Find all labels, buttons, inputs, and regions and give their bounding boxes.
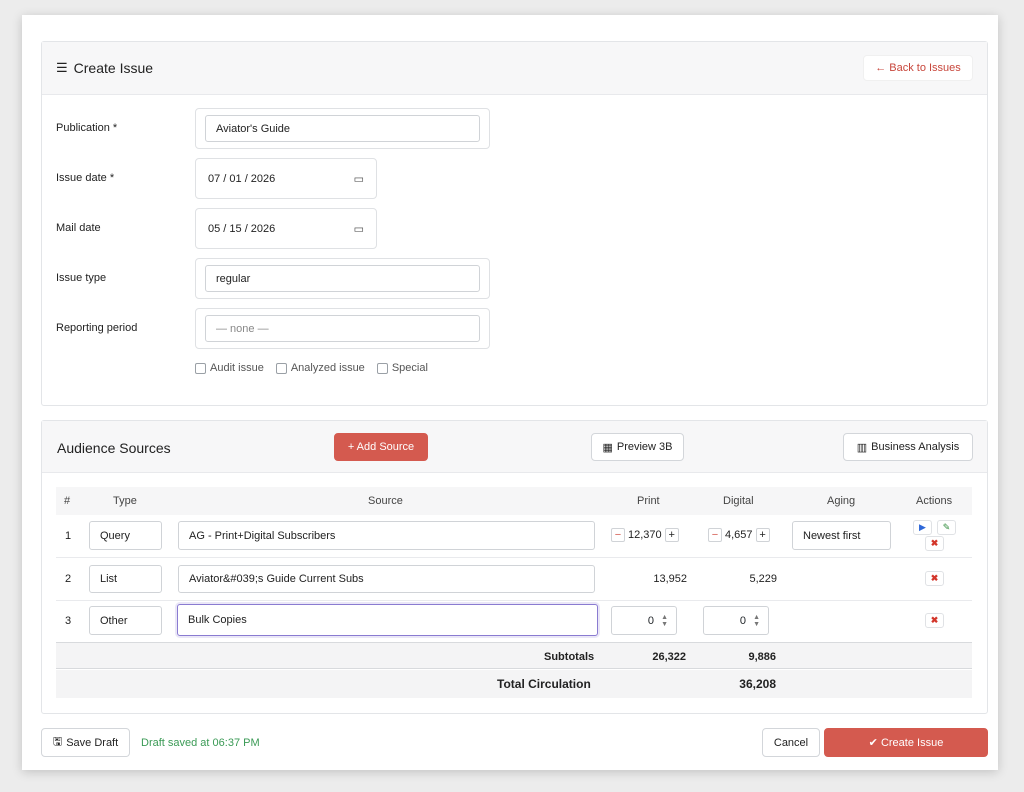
checkbox-box[interactable]: [195, 362, 206, 374]
reporting-period-select[interactable]: — none —: [205, 315, 480, 342]
decrement-button[interactable]: −: [611, 528, 625, 542]
row-source-input[interactable]: Aviator&#039;s Guide Current Subs: [178, 565, 595, 593]
bar-chart-icon: ▥: [856, 441, 868, 454]
row-source-input[interactable]: AG - Print+Digital Subscribers: [178, 521, 595, 550]
save-draft-label: Save Draft: [66, 736, 119, 749]
publication-wrap: Aviator's Guide: [195, 108, 490, 149]
list-icon: ☰: [56, 60, 68, 75]
publication-label: Publication *: [56, 122, 118, 134]
calendar-icon[interactable]: ▭: [354, 222, 364, 235]
delete-icon[interactable]: ✖: [925, 536, 944, 551]
reporting-period-label: Reporting period: [56, 322, 138, 334]
page-title-text: Create Issue: [73, 60, 154, 76]
issue-form-header: ☰ Create Issue ← Back to Issues: [42, 42, 987, 95]
issue-date-field[interactable]: 07 / 01 / 2026 ▭: [195, 158, 377, 199]
sources-table-header: # Type Source Print Digital Aging Action…: [56, 487, 972, 515]
special-checkbox[interactable]: Special: [376, 362, 428, 374]
publication-input[interactable]: Aviator's Guide: [205, 115, 480, 142]
subtotal-print: 26,322: [652, 651, 686, 663]
total-circulation-row: Total Circulation 36,208: [56, 670, 972, 698]
col-num: #: [64, 495, 71, 507]
col-actions: Actions: [916, 495, 953, 507]
row-type-input[interactable]: List: [89, 565, 162, 593]
total-circulation-value: 36,208: [739, 677, 776, 691]
save-draft-button[interactable]: 🖫 Save Draft: [41, 728, 130, 757]
business-analysis-button[interactable]: ▥ Business Analysis: [843, 433, 973, 461]
subtotals-label: Subtotals: [544, 651, 595, 663]
issue-type-wrap: regular: [195, 258, 490, 299]
col-print: Print: [637, 495, 660, 507]
draft-status: Draft saved at 06:37 PM: [141, 737, 260, 749]
print-value: 13,952: [653, 573, 687, 585]
audit-issue-label: Audit issue: [210, 362, 264, 374]
subtotal-digital: 9,886: [748, 651, 776, 663]
issue-form-card: ☰ Create Issue ← Back to Issues Publicat…: [41, 41, 988, 406]
digital-value: 0: [739, 614, 746, 627]
analyzed-issue-checkbox[interactable]: Analyzed issue: [275, 362, 365, 374]
table-icon: ▦: [602, 441, 613, 454]
subtotals-row: Subtotals 26,322 9,886: [56, 642, 972, 669]
print-value: 0: [647, 614, 654, 627]
audience-sources-header: Audience Sources + Add Source ▦ Preview …: [42, 421, 987, 473]
spinner-arrows-icon[interactable]: ▲ ▼: [661, 614, 668, 628]
total-circulation-label: Total Circulation: [497, 677, 591, 691]
digital-value: 5,229: [749, 573, 777, 585]
checkbox-box[interactable]: [275, 362, 287, 374]
print-stepper[interactable]: − 12,370 +: [611, 528, 679, 542]
mail-date-label: Mail date: [56, 222, 101, 234]
mail-date-value: 05 / 15 / 2026: [208, 223, 276, 235]
back-to-issues-button[interactable]: ← Back to Issues: [863, 55, 973, 81]
row-divider: [56, 557, 972, 558]
delete-icon[interactable]: ✖: [925, 613, 944, 628]
aging-select[interactable]: Newest first: [792, 521, 891, 550]
digital-stepper[interactable]: − 4,657 +: [708, 528, 770, 542]
digital-value: 4,657: [725, 529, 753, 541]
row-num: 2: [65, 573, 72, 585]
digital-number-input[interactable]: 0 ▲ ▼: [703, 606, 769, 635]
issue-type-label: Issue type: [56, 272, 107, 284]
row-source-input[interactable]: Bulk Copies: [177, 604, 598, 636]
spinner-arrows-icon[interactable]: ▲ ▼: [753, 614, 760, 628]
print-number-input[interactable]: 0 ▲ ▼: [611, 606, 677, 635]
issue-flags: Audit issue Analyzed issue Special: [195, 362, 428, 374]
page-title: ☰ Create Issue: [56, 60, 153, 76]
col-aging: Aging: [827, 495, 856, 507]
row-num: 3: [65, 615, 72, 627]
increment-button[interactable]: +: [755, 528, 770, 542]
app-window: ☰ Create Issue ← Back to Issues Publicat…: [22, 15, 998, 770]
row-type-input[interactable]: Query: [89, 521, 162, 550]
delete-icon[interactable]: ✖: [925, 571, 944, 586]
preview-3b-label: Preview 3B: [616, 441, 673, 453]
row-divider: [56, 600, 972, 601]
reporting-period-wrap: — none —: [195, 308, 490, 349]
create-issue-button[interactable]: ✔ Create Issue: [824, 728, 988, 757]
print-value: 12,370: [628, 529, 662, 541]
add-source-button[interactable]: + Add Source: [334, 433, 428, 461]
row-num: 1: [65, 530, 72, 542]
edit-icon[interactable]: ✎: [937, 520, 956, 535]
increment-button[interactable]: +: [664, 528, 679, 542]
preview-3b-button[interactable]: ▦ Preview 3B: [591, 433, 684, 461]
col-digital: Digital: [723, 495, 754, 507]
col-type: Type: [113, 495, 137, 507]
issue-date-label: Issue date *: [56, 172, 115, 184]
business-analysis-label: Business Analysis: [871, 441, 960, 453]
analyzed-issue-label: Analyzed issue: [290, 362, 365, 374]
issue-date-value: 07 / 01 / 2026: [208, 173, 276, 185]
special-label: Special: [391, 362, 428, 374]
save-icon: 🖫: [52, 736, 63, 748]
row-type-input[interactable]: Other: [89, 606, 162, 635]
checkbox-box[interactable]: [376, 362, 388, 374]
audience-sources-title: Audience Sources: [57, 440, 171, 456]
run-icon[interactable]: ▶: [913, 520, 932, 535]
decrement-button[interactable]: −: [708, 528, 722, 542]
col-source: Source: [368, 495, 403, 507]
mail-date-field[interactable]: 05 / 15 / 2026 ▭: [195, 208, 377, 249]
issue-type-input[interactable]: regular: [205, 265, 480, 292]
cancel-button[interactable]: Cancel: [762, 728, 820, 757]
calendar-icon[interactable]: ▭: [354, 172, 364, 185]
audit-issue-checkbox[interactable]: Audit issue: [195, 362, 264, 374]
